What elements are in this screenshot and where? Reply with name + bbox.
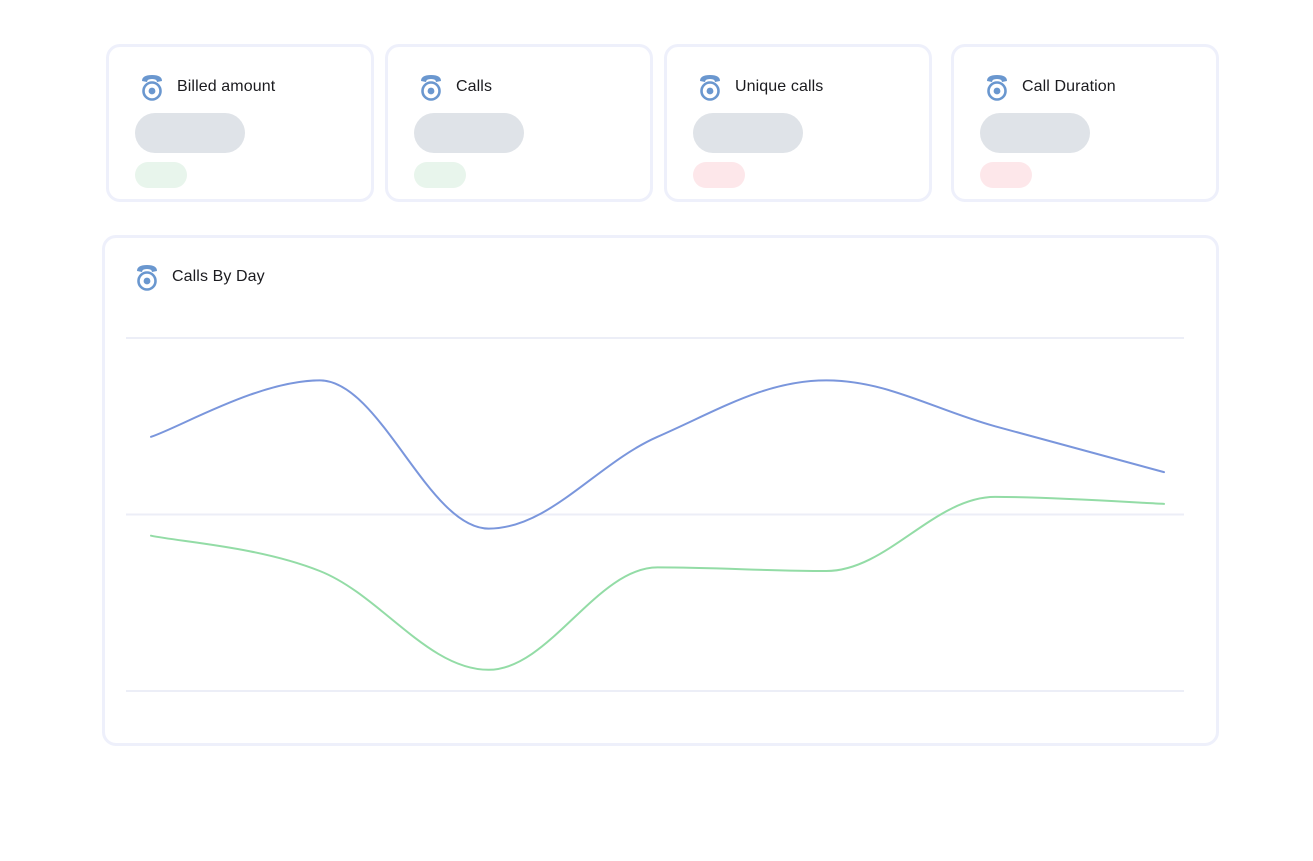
- calls-by-day-panel: Calls By Day: [102, 235, 1219, 746]
- stat-card-call-duration[interactable]: Call Duration: [951, 44, 1219, 202]
- stat-card-title: Calls: [456, 78, 493, 95]
- telephone-icon: [142, 75, 162, 101]
- stat-card-billed-amount[interactable]: Billed amount: [106, 44, 374, 202]
- value-placeholder: [980, 113, 1090, 153]
- series-line-1: [150, 495, 1165, 671]
- telephone-icon: [987, 75, 1007, 101]
- stat-card-header: Billed amount: [140, 73, 275, 101]
- value-placeholder: [135, 113, 245, 153]
- telephone-icon: [421, 75, 441, 101]
- stat-card-unique-calls[interactable]: Unique calls: [664, 44, 932, 202]
- trend-placeholder-negative: [693, 162, 745, 188]
- trend-placeholder-positive: [135, 162, 187, 188]
- value-placeholder: [414, 113, 524, 153]
- stat-card-title: Billed amount: [177, 78, 276, 95]
- line-chart: [126, 337, 1184, 692]
- trend-placeholder-negative: [980, 162, 1032, 188]
- stat-card-header: Calls: [419, 73, 492, 101]
- stat-card-calls[interactable]: Calls: [385, 44, 653, 202]
- stat-card-title: Unique calls: [735, 78, 824, 95]
- value-placeholder: [693, 113, 803, 153]
- series-line-0: [150, 379, 1165, 530]
- dashboard-page: Billed amount Calls Unique calls Call Du…: [0, 0, 1313, 861]
- trend-placeholder-positive: [414, 162, 466, 188]
- stat-card-header: Call Duration: [985, 73, 1116, 101]
- stat-card-title: Call Duration: [1022, 78, 1116, 95]
- telephone-icon: [700, 75, 720, 101]
- stat-card-header: Unique calls: [698, 73, 823, 101]
